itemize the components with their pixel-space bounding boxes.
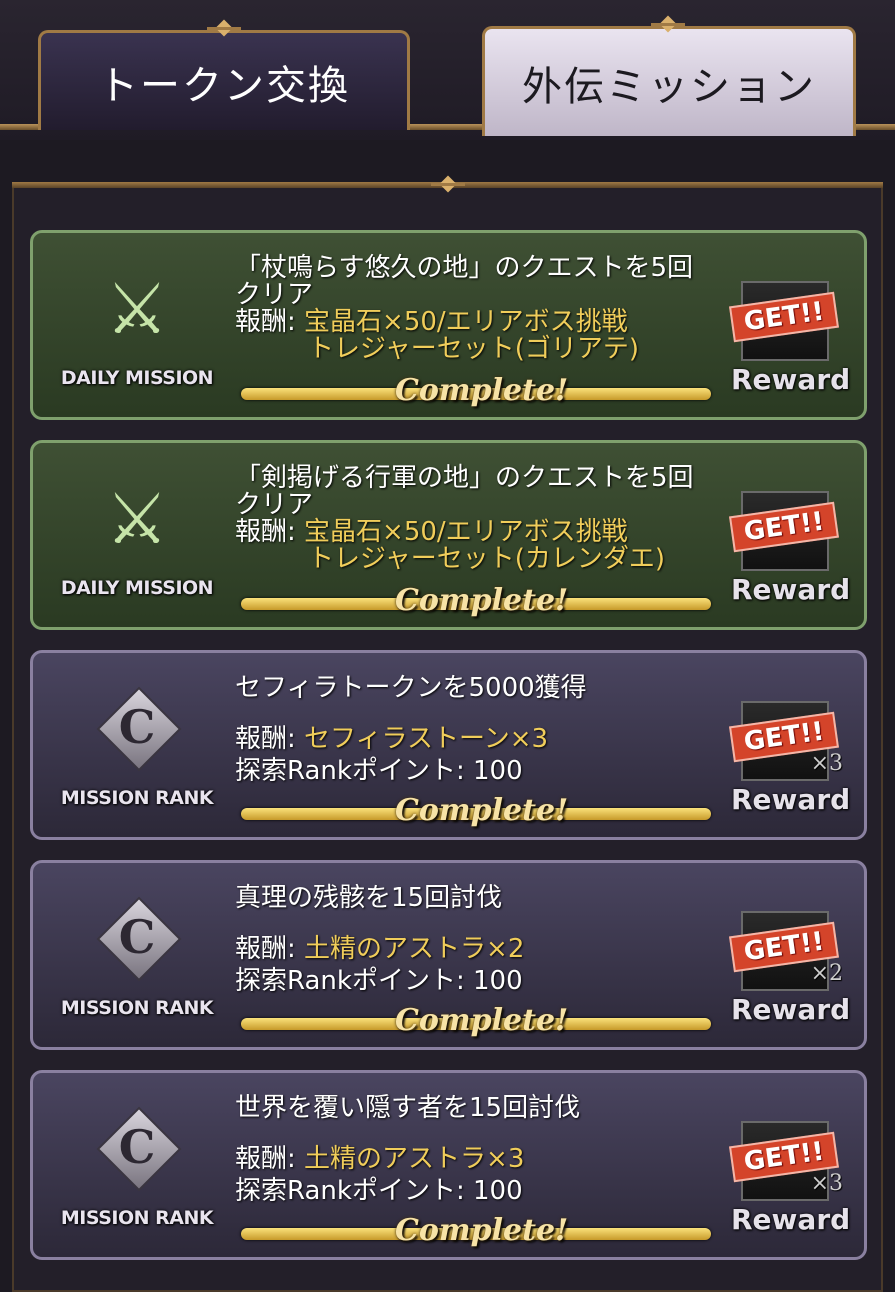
reward-item: 土精のアストラ×2	[304, 934, 525, 964]
reward-button-label: Reward	[731, 363, 851, 396]
crossed-swords-icon: ⚔	[105, 478, 169, 560]
rank-points: 探索Rankポイント: 100	[235, 756, 523, 786]
reward-label: 報酬:	[235, 307, 305, 337]
mission-card: C MISSION RANK 世界を覆い隠す者を15回討伐 報酬: 土精のアスト…	[30, 1070, 867, 1260]
mission-title: 世界を覆い隠す者を15回討伐	[235, 1093, 581, 1123]
reward-quantity: ×2	[810, 961, 843, 986]
reward-button[interactable]: GET!! ×3 Reward	[729, 1121, 851, 1241]
mission-title: 「剣掲げる行軍の地」のクエストを5回	[235, 463, 694, 493]
tab-label: 外伝ミッション	[522, 63, 816, 110]
mission-title: 真理の残骸を15回討伐	[235, 883, 503, 913]
reward-item: セフィラストーン×3	[304, 724, 549, 754]
emblem-label: MISSION RANK	[60, 1207, 214, 1229]
emblem-label: DAILY MISSION	[60, 577, 214, 599]
reward-item-cont: トレジャーセット(ゴリアテ)	[308, 334, 639, 364]
rank-letter: C	[118, 1120, 156, 1174]
mission-description: 世界を覆い隠す者を15回討伐 報酬: 土精のアストラ×3 探索Rankポイント:…	[235, 1095, 580, 1205]
reward-label: 報酬:	[235, 724, 305, 754]
ornament-icon	[431, 178, 465, 192]
emblem-label: DAILY MISSION	[60, 367, 214, 389]
mission-title: セフィラトークンを5000獲得	[235, 673, 587, 703]
reward-button[interactable]: GET!! ×3 Reward	[729, 701, 851, 821]
reward-info: 報酬: 宝晶石×50/エリアボス挑戦	[235, 519, 694, 546]
rank-letter: C	[118, 700, 156, 754]
complete-label: Complete!	[395, 1213, 569, 1248]
rank-points: 探索Rankポイント: 100	[235, 1176, 523, 1206]
reward-info: 報酬: 宝晶石×50/エリアボス挑戦	[235, 309, 693, 336]
reward-label: 報酬:	[235, 517, 305, 547]
reward-button-label: Reward	[731, 783, 851, 816]
tab-side-story-missions[interactable]: 外伝ミッション	[482, 26, 856, 136]
mission-card: C MISSION RANK 真理の残骸を15回討伐 報酬: 土精のアストラ×2…	[30, 860, 867, 1050]
rank-points: 探索Rankポイント: 100	[235, 966, 523, 996]
reward-quantity: ×3	[810, 1171, 843, 1196]
reward-button-label: Reward	[731, 573, 851, 606]
reward-item-cont: トレジャーセット(カレンダエ)	[308, 544, 665, 574]
reward-button[interactable]: GET!! Reward	[729, 491, 851, 611]
mission-title-cont: クリア	[235, 490, 314, 520]
reward-button-label: Reward	[731, 993, 851, 1026]
tab-bar: トークン交換 外伝ミッション	[0, 0, 895, 140]
tab-token-exchange[interactable]: トークン交換	[38, 30, 410, 130]
mission-rank-emblem: C MISSION RANK	[57, 686, 217, 809]
mission-description: セフィラトークンを5000獲得 報酬: セフィラストーン×3 探索Rankポイン…	[235, 675, 587, 785]
mission-title: 「杖鳴らす悠久の地」のクエストを5回	[235, 253, 694, 283]
emblem-label: MISSION RANK	[60, 997, 214, 1019]
mission-rank-emblem: C MISSION RANK	[57, 1106, 217, 1229]
reward-button[interactable]: GET!! ×2 Reward	[729, 911, 851, 1031]
complete-label: Complete!	[395, 1003, 569, 1038]
emblem-label: MISSION RANK	[60, 787, 214, 809]
reward-quantity: ×3	[810, 751, 843, 776]
crossed-swords-icon: ⚔	[105, 268, 169, 350]
mission-rank-emblem: C MISSION RANK	[57, 896, 217, 1019]
complete-label: Complete!	[395, 583, 569, 618]
mission-card: C MISSION RANK セフィラトークンを5000獲得 報酬: セフィラス…	[30, 650, 867, 840]
reward-button-label: Reward	[731, 1203, 851, 1236]
reward-item: 宝晶石×50/エリアボス挑戦	[304, 307, 628, 337]
reward-info: 報酬: 土精のアストラ×2	[235, 936, 524, 963]
reward-label: 報酬:	[235, 1144, 305, 1174]
rank-letter: C	[118, 910, 156, 964]
reward-button[interactable]: GET!! Reward	[729, 281, 851, 401]
mission-description: 「剣掲げる行軍の地」のクエストを5回 クリア 報酬: 宝晶石×50/エリアボス挑…	[235, 465, 694, 573]
ornament-icon	[651, 18, 685, 32]
mission-title-cont: クリア	[235, 280, 314, 310]
reward-item: 土精のアストラ×3	[304, 1144, 525, 1174]
complete-label: Complete!	[395, 373, 569, 408]
reward-info: 報酬: セフィラストーン×3	[235, 726, 587, 753]
mission-description: 「杖鳴らす悠久の地」のクエストを5回 クリア 報酬: 宝晶石×50/エリアボス挑…	[235, 255, 693, 363]
tab-label: トークン交換	[98, 62, 350, 109]
daily-mission-emblem: ⚔ DAILY MISSION	[57, 479, 217, 599]
mission-description: 真理の残骸を15回討伐 報酬: 土精のアストラ×2 探索Rankポイント: 10…	[235, 885, 524, 995]
reward-info: 報酬: 土精のアストラ×3	[235, 1146, 580, 1173]
daily-mission-emblem: ⚔ DAILY MISSION	[57, 269, 217, 389]
ornament-icon	[207, 22, 241, 36]
complete-label: Complete!	[395, 793, 569, 828]
mission-card: ⚔ DAILY MISSION 「剣掲げる行軍の地」のクエストを5回 クリア 報…	[30, 440, 867, 630]
reward-label: 報酬:	[235, 934, 305, 964]
reward-item: 宝晶石×50/エリアボス挑戦	[304, 517, 628, 547]
mission-card: ⚔ DAILY MISSION 「杖鳴らす悠久の地」のクエストを5回 クリア 報…	[30, 230, 867, 420]
